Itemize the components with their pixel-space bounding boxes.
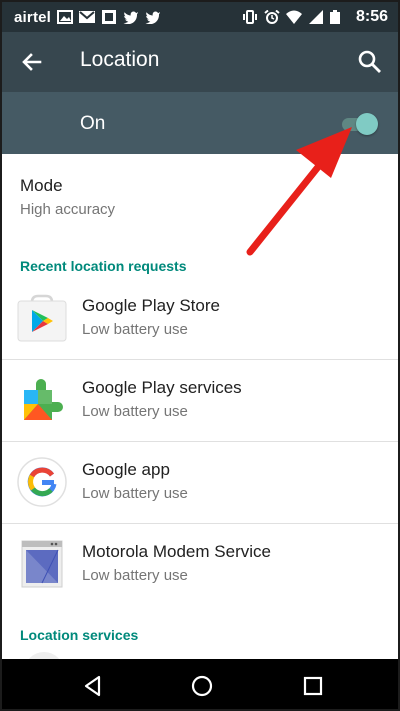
status-left: airtel xyxy=(14,2,161,32)
toggle-thumb xyxy=(356,113,378,135)
app-battery-use: Low battery use xyxy=(82,321,188,338)
location-services-header: Location services xyxy=(20,627,139,643)
nav-recent-icon[interactable] xyxy=(300,673,326,699)
app-name: Google app xyxy=(82,460,170,479)
nav-back-icon[interactable] xyxy=(80,673,106,699)
gmail-icon xyxy=(79,10,96,24)
location-toggle[interactable] xyxy=(338,111,382,137)
page-title: Location xyxy=(80,48,160,71)
status-right: 8:56 xyxy=(242,2,388,32)
app-battery-use: Low battery use xyxy=(82,567,188,584)
app-name: Google Play Store xyxy=(82,296,220,315)
twitter-icon xyxy=(145,10,161,24)
mode-value: High accuracy xyxy=(20,201,116,218)
clock: 8:56 xyxy=(355,8,388,25)
wifi-icon xyxy=(285,10,302,24)
google-g-icon xyxy=(16,456,68,508)
motorola-modem-icon xyxy=(16,538,68,590)
list-item-motorola-modem[interactable]: Motorola Modem Service Low battery use xyxy=(2,524,398,606)
mode-setting[interactable]: Mode High accuracy xyxy=(2,154,398,240)
app-icon xyxy=(101,10,117,24)
image-icon xyxy=(57,10,74,24)
settings-list: Mode High accuracy Recent location reque… xyxy=(2,154,398,692)
phone-screen: airtel 8:56 Location On Mode High accura… xyxy=(0,0,400,711)
status-bar: airtel 8:56 xyxy=(2,2,398,32)
signal-icon xyxy=(308,10,324,24)
recent-requests-header: Recent location requests xyxy=(20,258,187,274)
twitter-icon xyxy=(123,10,139,24)
app-battery-use: Low battery use xyxy=(82,403,188,420)
location-master-switch-bar[interactable]: On xyxy=(2,92,398,154)
battery-icon xyxy=(329,10,346,24)
list-item-play-services[interactable]: Google Play services Low battery use xyxy=(2,360,398,442)
list-item-play-store[interactable]: Google Play Store Low battery use xyxy=(2,278,398,360)
mode-title: Mode xyxy=(20,176,63,195)
list-item-google-app[interactable]: Google app Low battery use xyxy=(2,442,398,524)
app-name: Motorola Modem Service xyxy=(82,542,271,561)
app-battery-use: Low battery use xyxy=(82,485,188,502)
play-services-icon xyxy=(16,374,68,426)
switch-label: On xyxy=(80,113,106,134)
play-store-icon xyxy=(16,292,68,344)
app-bar: Location xyxy=(2,32,398,92)
arrow-back-icon[interactable] xyxy=(18,48,46,76)
nav-home-icon[interactable] xyxy=(189,673,215,699)
search-icon[interactable] xyxy=(356,48,384,76)
navigation-bar xyxy=(2,659,398,709)
carrier-label: airtel xyxy=(14,8,52,26)
vibrate-icon xyxy=(242,10,258,24)
alarm-icon xyxy=(264,10,280,24)
app-name: Google Play services xyxy=(82,378,242,397)
